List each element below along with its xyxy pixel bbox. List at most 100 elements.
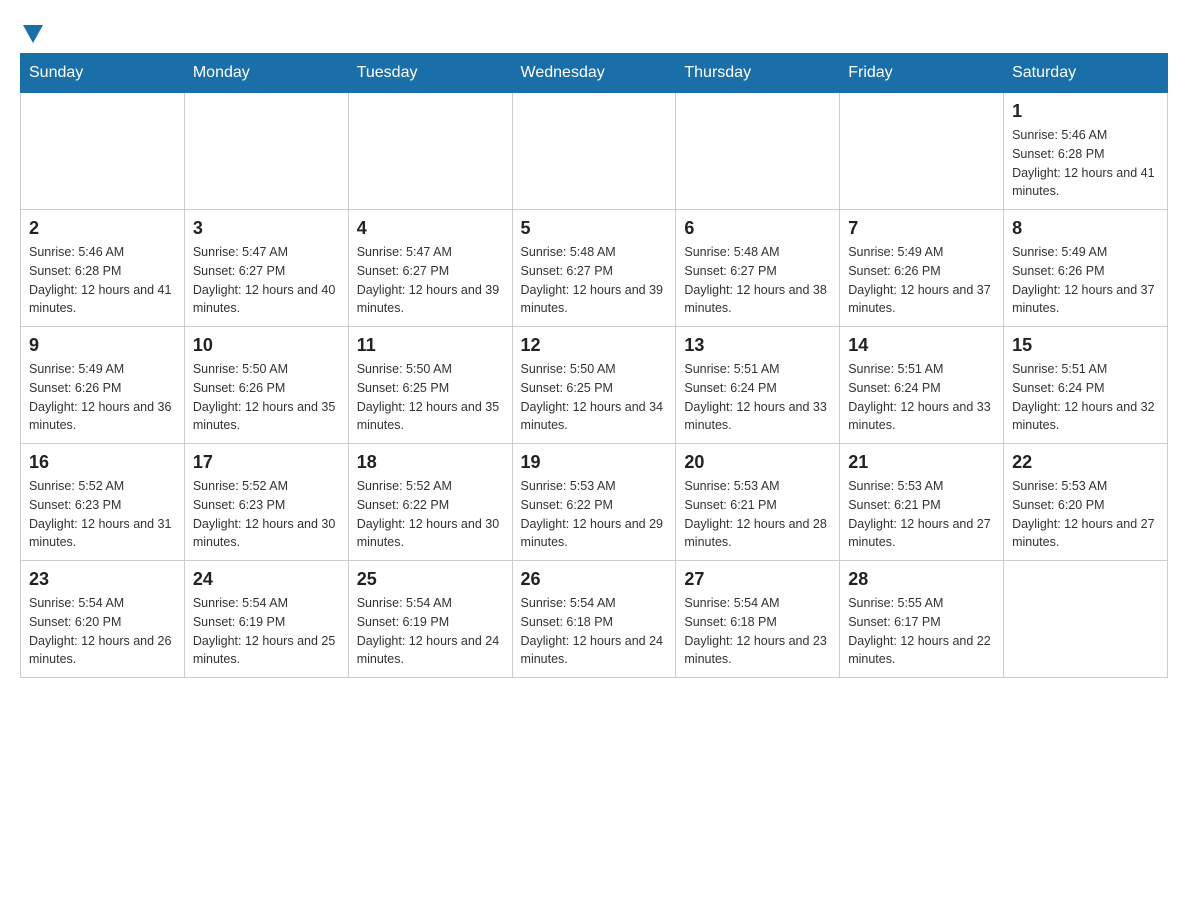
calendar-cell: 10 Sunrise: 5:50 AM Sunset: 6:26 PM Dayli… bbox=[184, 327, 348, 444]
calendar-cell: 21 Sunrise: 5:53 AM Sunset: 6:21 PM Dayli… bbox=[840, 444, 1004, 561]
calendar-cell bbox=[512, 93, 676, 210]
calendar-cell: 24 Sunrise: 5:54 AM Sunset: 6:19 PM Dayli… bbox=[184, 561, 348, 678]
calendar-cell bbox=[676, 93, 840, 210]
day-info: Sunrise: 5:52 AM Sunset: 6:23 PM Dayligh… bbox=[29, 477, 176, 552]
day-info: Sunrise: 5:53 AM Sunset: 6:21 PM Dayligh… bbox=[848, 477, 995, 552]
day-number: 2 bbox=[29, 218, 176, 239]
day-info: Sunrise: 5:54 AM Sunset: 6:19 PM Dayligh… bbox=[193, 594, 340, 669]
calendar-cell: 27Sunrise: 5:54 AM Sunset: 6:18 PM Dayli… bbox=[676, 561, 840, 678]
day-number: 3 bbox=[193, 218, 340, 239]
day-info: Sunrise: 5:54 AM Sunset: 6:20 PM Dayligh… bbox=[29, 594, 176, 669]
calendar-cell bbox=[1004, 561, 1168, 678]
day-info: Sunrise: 5:54 AM Sunset: 6:19 PM Dayligh… bbox=[357, 594, 504, 669]
calendar-cell bbox=[21, 93, 185, 210]
day-number: 8 bbox=[1012, 218, 1159, 239]
day-number: 19 bbox=[521, 452, 668, 473]
calendar-cell: 11 Sunrise: 5:50 AM Sunset: 6:25 PM Dayli… bbox=[348, 327, 512, 444]
day-info: Sunrise: 5:49 AM Sunset: 6:26 PM Dayligh… bbox=[848, 243, 995, 318]
day-info: Sunrise: 5:51 AM Sunset: 6:24 PM Dayligh… bbox=[684, 360, 831, 435]
calendar-cell: 7 Sunrise: 5:49 AM Sunset: 6:26 PM Daylig… bbox=[840, 210, 1004, 327]
weekday-header-wednesday: Wednesday bbox=[512, 54, 676, 93]
day-number: 21 bbox=[848, 452, 995, 473]
day-info: Sunrise: 5:51 AM Sunset: 6:24 PM Dayligh… bbox=[1012, 360, 1159, 435]
day-number: 24 bbox=[193, 569, 340, 590]
calendar-cell bbox=[184, 93, 348, 210]
day-number: 13 bbox=[684, 335, 831, 356]
calendar-cell: 3 Sunrise: 5:47 AM Sunset: 6:27 PM Daylig… bbox=[184, 210, 348, 327]
day-info: Sunrise: 5:48 AM Sunset: 6:27 PM Dayligh… bbox=[521, 243, 668, 318]
day-info: Sunrise: 5:50 AM Sunset: 6:25 PM Dayligh… bbox=[357, 360, 504, 435]
day-number: 23 bbox=[29, 569, 176, 590]
calendar-cell: 18 Sunrise: 5:52 AM Sunset: 6:22 PM Dayli… bbox=[348, 444, 512, 561]
calendar-cell bbox=[840, 93, 1004, 210]
weekday-header-sunday: Sunday bbox=[21, 54, 185, 93]
calendar-week-row: 2 Sunrise: 5:46 AM Sunset: 6:28 PM Daylig… bbox=[21, 210, 1168, 327]
calendar-week-row: 23 Sunrise: 5:54 AM Sunset: 6:20 PM Dayli… bbox=[21, 561, 1168, 678]
calendar-cell: 14 Sunrise: 5:51 AM Sunset: 6:24 PM Dayli… bbox=[840, 327, 1004, 444]
day-info: Sunrise: 5:53 AM Sunset: 6:20 PM Dayligh… bbox=[1012, 477, 1159, 552]
day-number: 12 bbox=[521, 335, 668, 356]
calendar-cell: 28 Sunrise: 5:55 AM Sunset: 6:17 PM Dayli… bbox=[840, 561, 1004, 678]
calendar-cell: 15 Sunrise: 5:51 AM Sunset: 6:24 PM Dayli… bbox=[1004, 327, 1168, 444]
calendar-cell: 2 Sunrise: 5:46 AM Sunset: 6:28 PM Daylig… bbox=[21, 210, 185, 327]
day-info: Sunrise: 5:47 AM Sunset: 6:27 PM Dayligh… bbox=[357, 243, 504, 318]
day-info: Sunrise: 5:49 AM Sunset: 6:26 PM Dayligh… bbox=[29, 360, 176, 435]
weekday-header-tuesday: Tuesday bbox=[348, 54, 512, 93]
calendar-week-row: 9 Sunrise: 5:49 AM Sunset: 6:26 PM Daylig… bbox=[21, 327, 1168, 444]
day-info: Sunrise: 5:50 AM Sunset: 6:26 PM Dayligh… bbox=[193, 360, 340, 435]
day-info: Sunrise: 5:46 AM Sunset: 6:28 PM Dayligh… bbox=[1012, 126, 1159, 201]
calendar-cell: 19 Sunrise: 5:53 AM Sunset: 6:22 PM Dayli… bbox=[512, 444, 676, 561]
day-info: Sunrise: 5:53 AM Sunset: 6:22 PM Dayligh… bbox=[521, 477, 668, 552]
day-number: 16 bbox=[29, 452, 176, 473]
day-number: 4 bbox=[357, 218, 504, 239]
day-info: Sunrise: 5:46 AM Sunset: 6:28 PM Dayligh… bbox=[29, 243, 176, 318]
calendar-week-row: 1 Sunrise: 5:46 AM Sunset: 6:28 PM Daylig… bbox=[21, 93, 1168, 210]
weekday-header-saturday: Saturday bbox=[1004, 54, 1168, 93]
logo bbox=[20, 20, 43, 43]
calendar-cell: 16 Sunrise: 5:52 AM Sunset: 6:23 PM Dayli… bbox=[21, 444, 185, 561]
day-number: 11 bbox=[357, 335, 504, 356]
day-number: 25 bbox=[357, 569, 504, 590]
calendar-cell: 8 Sunrise: 5:49 AM Sunset: 6:26 PM Daylig… bbox=[1004, 210, 1168, 327]
day-number: 17 bbox=[193, 452, 340, 473]
calendar-cell: 20Sunrise: 5:53 AM Sunset: 6:21 PM Dayli… bbox=[676, 444, 840, 561]
calendar-cell: 13 Sunrise: 5:51 AM Sunset: 6:24 PM Dayli… bbox=[676, 327, 840, 444]
day-info: Sunrise: 5:49 AM Sunset: 6:26 PM Dayligh… bbox=[1012, 243, 1159, 318]
logo-triangle-icon bbox=[23, 25, 43, 43]
day-info: Sunrise: 5:54 AM Sunset: 6:18 PM Dayligh… bbox=[521, 594, 668, 669]
day-number: 15 bbox=[1012, 335, 1159, 356]
day-number: 18 bbox=[357, 452, 504, 473]
calendar-cell: 1 Sunrise: 5:46 AM Sunset: 6:28 PM Daylig… bbox=[1004, 93, 1168, 210]
calendar-cell: 17Sunrise: 5:52 AM Sunset: 6:23 PM Dayli… bbox=[184, 444, 348, 561]
day-number: 22 bbox=[1012, 452, 1159, 473]
day-number: 28 bbox=[848, 569, 995, 590]
day-info: Sunrise: 5:54 AM Sunset: 6:18 PM Dayligh… bbox=[684, 594, 831, 669]
calendar-cell: 12 Sunrise: 5:50 AM Sunset: 6:25 PM Dayli… bbox=[512, 327, 676, 444]
weekday-header-thursday: Thursday bbox=[676, 54, 840, 93]
day-info: Sunrise: 5:47 AM Sunset: 6:27 PM Dayligh… bbox=[193, 243, 340, 318]
day-number: 14 bbox=[848, 335, 995, 356]
day-number: 10 bbox=[193, 335, 340, 356]
calendar-table: SundayMondayTuesdayWednesdayThursdayFrid… bbox=[20, 53, 1168, 678]
calendar-cell: 9 Sunrise: 5:49 AM Sunset: 6:26 PM Daylig… bbox=[21, 327, 185, 444]
calendar-cell: 22 Sunrise: 5:53 AM Sunset: 6:20 PM Dayli… bbox=[1004, 444, 1168, 561]
calendar-cell: 4 Sunrise: 5:47 AM Sunset: 6:27 PM Daylig… bbox=[348, 210, 512, 327]
day-info: Sunrise: 5:53 AM Sunset: 6:21 PM Dayligh… bbox=[684, 477, 831, 552]
day-info: Sunrise: 5:55 AM Sunset: 6:17 PM Dayligh… bbox=[848, 594, 995, 669]
day-info: Sunrise: 5:48 AM Sunset: 6:27 PM Dayligh… bbox=[684, 243, 831, 318]
calendar-cell: 26Sunrise: 5:54 AM Sunset: 6:18 PM Dayli… bbox=[512, 561, 676, 678]
day-number: 5 bbox=[521, 218, 668, 239]
day-number: 6 bbox=[684, 218, 831, 239]
day-info: Sunrise: 5:50 AM Sunset: 6:25 PM Dayligh… bbox=[521, 360, 668, 435]
weekday-header-monday: Monday bbox=[184, 54, 348, 93]
day-number: 9 bbox=[29, 335, 176, 356]
calendar-cell: 6 Sunrise: 5:48 AM Sunset: 6:27 PM Daylig… bbox=[676, 210, 840, 327]
day-info: Sunrise: 5:52 AM Sunset: 6:22 PM Dayligh… bbox=[357, 477, 504, 552]
calendar-cell: 25 Sunrise: 5:54 AM Sunset: 6:19 PM Dayli… bbox=[348, 561, 512, 678]
calendar-cell: 23 Sunrise: 5:54 AM Sunset: 6:20 PM Dayli… bbox=[21, 561, 185, 678]
weekday-header-row: SundayMondayTuesdayWednesdayThursdayFrid… bbox=[21, 54, 1168, 93]
day-number: 7 bbox=[848, 218, 995, 239]
weekday-header-friday: Friday bbox=[840, 54, 1004, 93]
day-number: 1 bbox=[1012, 101, 1159, 122]
day-info: Sunrise: 5:51 AM Sunset: 6:24 PM Dayligh… bbox=[848, 360, 995, 435]
